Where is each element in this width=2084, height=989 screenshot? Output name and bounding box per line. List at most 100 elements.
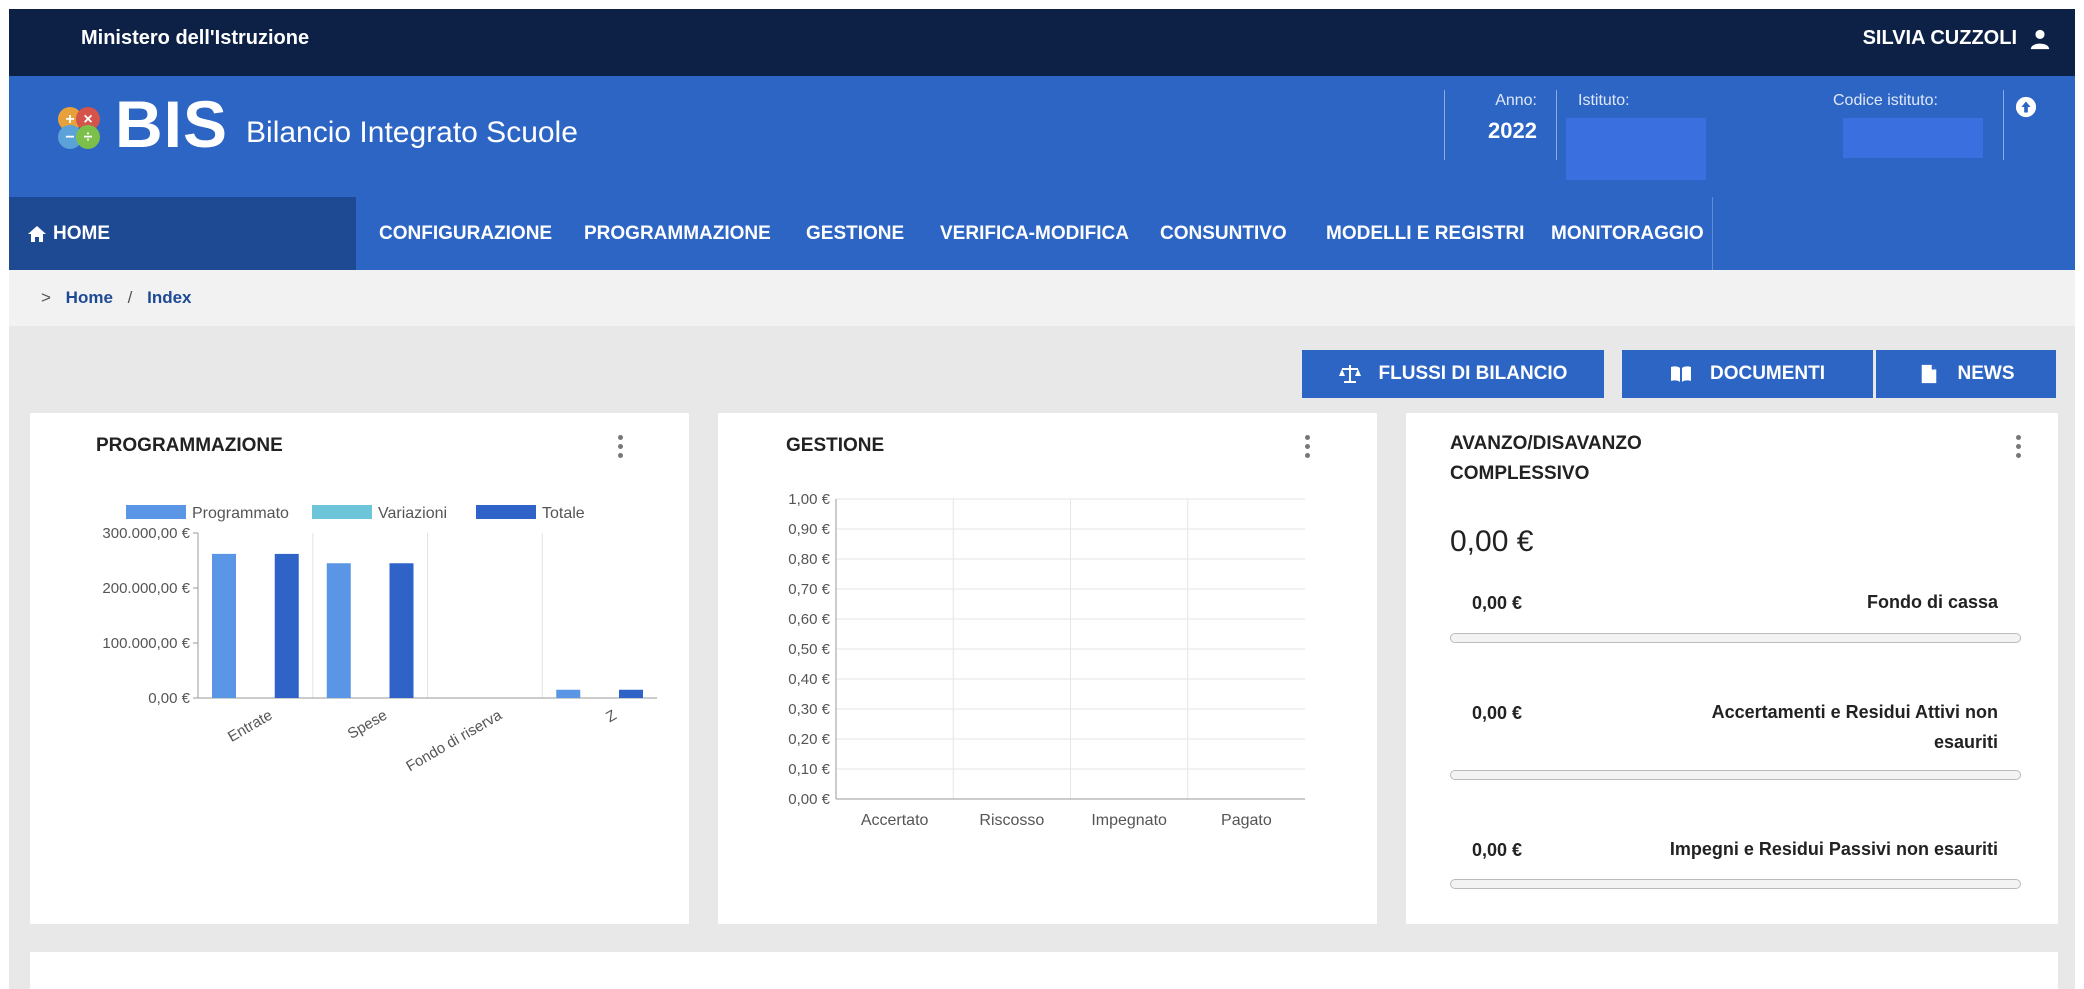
nav-programmazione[interactable]: PROGRAMMAZIONE bbox=[584, 197, 771, 270]
breadcrumb: > Home / Index bbox=[9, 270, 2075, 326]
y-tick-label: 100.000,00 € bbox=[102, 635, 190, 652]
anno-label: Anno: bbox=[1495, 92, 1537, 109]
logo-subtitle: Bilancio Integrato Scuole bbox=[246, 116, 578, 149]
y-tick-label: 0,80 € bbox=[788, 551, 830, 568]
progress-bar bbox=[1450, 879, 2021, 889]
y-tick-label: 0,70 € bbox=[788, 581, 830, 598]
row-label: Accertamenti e Residui Attivi non esauri… bbox=[1711, 702, 1998, 752]
y-tick-label: 0,10 € bbox=[788, 761, 830, 778]
nav-label: CONFIGURAZIONE bbox=[379, 222, 553, 244]
legend-swatch bbox=[476, 505, 536, 519]
x-tick-label: Entrate bbox=[225, 707, 275, 746]
bar bbox=[556, 689, 581, 698]
nav-gestione[interactable]: GESTIONE bbox=[806, 197, 904, 270]
y-tick-label: 0,00 € bbox=[788, 791, 830, 808]
flussi-bilancio-button[interactable]: FLUSSI DI BILANCIO bbox=[1302, 350, 1604, 398]
nav-label: GESTIONE bbox=[806, 222, 905, 244]
legend-swatch bbox=[312, 505, 372, 519]
avanzo-card: AVANZO/DISAVANZO COMPLESSIVO 0,00 € 0,00… bbox=[1406, 413, 2058, 924]
y-tick-label: 0,60 € bbox=[788, 611, 830, 628]
svg-text:÷: ÷ bbox=[84, 129, 93, 146]
y-tick-label: 1,00 € bbox=[788, 491, 830, 508]
y-tick-label: 0,50 € bbox=[788, 641, 830, 658]
row-amount: 0,00 € bbox=[1472, 593, 1523, 613]
y-tick-label: 200.000,00 € bbox=[102, 580, 190, 597]
x-tick-label: Riscosso bbox=[979, 812, 1044, 829]
nav-label: MODELLI E REGISTRI bbox=[1326, 222, 1525, 244]
nav-label: VERIFICA-MODIFICA bbox=[940, 222, 1129, 244]
nav-consuntivo[interactable]: CONSUNTIVO bbox=[1160, 197, 1287, 270]
x-tick-label: Pagato bbox=[1221, 812, 1272, 829]
home-icon bbox=[28, 225, 46, 242]
y-tick-label: 0,00 € bbox=[148, 690, 190, 707]
codice-field: Codice istituto: bbox=[1833, 92, 1938, 110]
card-title: AVANZO/DISAVANZO COMPLESSIVO bbox=[1450, 429, 1642, 489]
card-title: GESTIONE bbox=[786, 435, 885, 456]
user-name: SILVIA CUZZOLI bbox=[1862, 27, 2017, 49]
nav-monitoraggio[interactable]: MONITORAGGIO bbox=[1551, 197, 1704, 270]
x-tick-label: Impegnato bbox=[1091, 812, 1167, 829]
legend-swatch bbox=[126, 505, 186, 519]
y-tick-label: 300.000,00 € bbox=[102, 525, 190, 542]
header-separator bbox=[1556, 90, 1557, 160]
logo-text: BIS bbox=[115, 87, 229, 161]
nav-divider bbox=[1712, 197, 1713, 270]
app: Ministero dell'Istruzione SILVIA CUZZOLI… bbox=[0, 0, 2084, 989]
y-tick-label: 0,40 € bbox=[788, 671, 830, 688]
header-separator bbox=[2003, 90, 2004, 160]
svg-text:×: × bbox=[83, 111, 92, 128]
row-amount: 0,00 € bbox=[1472, 703, 1523, 723]
svg-text:+: + bbox=[65, 111, 74, 128]
logo[interactable]: + × − ÷ BIS Bilancio Integrato Scuole bbox=[53, 87, 578, 161]
button-label: FLUSSI DI BILANCIO bbox=[1378, 363, 1568, 384]
nav-configurazione[interactable]: CONFIGURAZIONE bbox=[379, 197, 552, 270]
anno-field: Anno: 2022 bbox=[1449, 92, 1553, 144]
upload-icon[interactable] bbox=[2015, 96, 2037, 118]
main-nav: HOME CONFIGURAZIONE PROGRAMMAZIONE GESTI… bbox=[9, 197, 2075, 270]
card-title-line2: COMPLESSIVO bbox=[1450, 463, 1590, 484]
programmazione-chart: Programmato Variazioni Totale 300.000,00 € 2… bbox=[102, 505, 657, 775]
button-label: DOCUMENTI bbox=[1709, 363, 1826, 384]
nav-modelli-registri[interactable]: MODELLI E REGISTRI bbox=[1326, 197, 1524, 270]
header-separator bbox=[1444, 90, 1445, 160]
istituto-field: Istituto: bbox=[1578, 92, 1630, 110]
news-button[interactable]: NEWS bbox=[1876, 350, 2056, 398]
user-icon bbox=[2030, 29, 2050, 49]
codice-label: Codice istituto: bbox=[1833, 92, 1938, 109]
bar bbox=[212, 553, 236, 698]
breadcrumb-home[interactable]: Home bbox=[66, 288, 113, 307]
kebab-menu-icon[interactable] bbox=[2016, 435, 2022, 461]
y-tick-label: 0,30 € bbox=[788, 701, 830, 718]
row-amount: 0,00 € bbox=[1472, 840, 1523, 860]
breadcrumb-arrow: > bbox=[41, 288, 51, 307]
y-tick-label: 0,90 € bbox=[788, 521, 830, 538]
breadcrumb-separator: / bbox=[127, 288, 133, 307]
nav-verifica-modifica[interactable]: VERIFICA-MODIFICA bbox=[940, 197, 1129, 270]
y-tick-label: 0,20 € bbox=[788, 731, 830, 748]
button-label: NEWS bbox=[1957, 363, 2015, 384]
row-label: Impegni e Residui Passivi non esauriti bbox=[1669, 839, 1998, 859]
x-tick-label: Accertato bbox=[861, 812, 929, 829]
gestione-card: GESTIONE 1,00 € 0,90 € 0,80 € 0,70 € 0,60 € 0… bbox=[718, 413, 1377, 924]
bar bbox=[389, 563, 414, 698]
x-tick-label: Spese bbox=[345, 707, 390, 743]
progress-bar bbox=[1450, 633, 2021, 643]
card-title: PROGRAMMAZIONE bbox=[96, 435, 283, 456]
documenti-button[interactable]: DOCUMENTI bbox=[1622, 350, 1873, 398]
codice-value-box bbox=[1843, 118, 1983, 158]
istituto-value-box bbox=[1566, 118, 1706, 180]
progress-bar bbox=[1450, 770, 2021, 780]
nav-label: CONSUNTIVO bbox=[1160, 222, 1287, 244]
bar bbox=[619, 689, 643, 698]
bottom-card bbox=[30, 952, 2058, 989]
nav-home[interactable]: HOME bbox=[9, 197, 356, 270]
kebab-menu-icon[interactable] bbox=[618, 435, 624, 461]
header: + × − ÷ BIS Bilancio Integrato Scuole An… bbox=[9, 76, 2075, 197]
row-label: Fondo di cassa bbox=[1866, 592, 1998, 612]
user-menu[interactable]: SILVIA CUZZOLI bbox=[1863, 27, 2051, 50]
avanzo-total: 0,00 € bbox=[1450, 525, 1534, 558]
kebab-menu-icon[interactable] bbox=[1305, 435, 1311, 461]
balance-scale-icon bbox=[1338, 365, 1361, 383]
istituto-label: Istituto: bbox=[1578, 92, 1630, 109]
x-tick-label: Fondo di riserva bbox=[403, 706, 505, 775]
